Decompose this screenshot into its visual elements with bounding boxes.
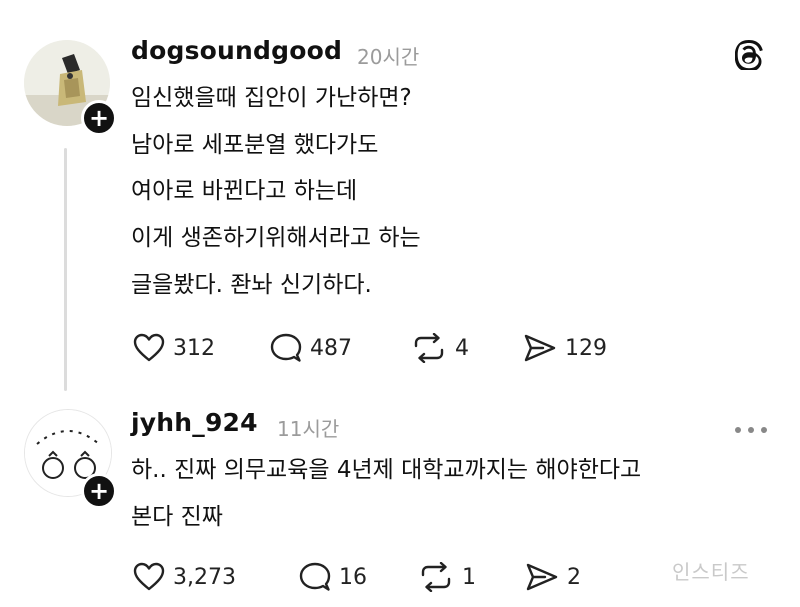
like-button[interactable]: 312 (133, 333, 215, 363)
send-icon (524, 334, 556, 362)
post-1-text-line: 여아로 바뀐다고 하는데 (131, 178, 358, 204)
more-horizontal-icon (735, 427, 767, 433)
comment-count: 16 (339, 564, 367, 590)
repost-button[interactable]: 4 (411, 333, 469, 363)
post-2-username[interactable]: jyhh_924 (131, 408, 258, 437)
more-options-button[interactable] (733, 420, 769, 439)
comment-icon (270, 333, 302, 362)
post-2-text-line: 하.. 진짜 의무교육을 4년제 대학교까지는 해야한다고 (131, 457, 642, 483)
repost-count: 1 (462, 564, 476, 590)
post-1-text-line: 이게 생존하기위해서라고 하는 (131, 225, 421, 251)
post-2-timestamp: 11시간 (277, 417, 340, 441)
repost-icon (421, 562, 451, 592)
comment-icon (299, 562, 331, 591)
post-1-text-line: 남아로 세포분열 했다가도 (131, 132, 379, 158)
send-icon (526, 563, 558, 591)
follow-plus-button-1[interactable]: + (81, 100, 117, 136)
share-button[interactable]: 129 (523, 333, 607, 363)
share-count: 2 (567, 564, 581, 590)
like-count: 3,273 (173, 564, 236, 590)
watermark: 인스티즈 (672, 560, 750, 584)
comment-button[interactable]: 16 (299, 562, 367, 592)
heart-icon (133, 562, 165, 591)
heart-icon (133, 333, 165, 362)
comment-count: 487 (310, 335, 352, 361)
like-button[interactable]: 3,273 (133, 562, 236, 592)
post-1-text-line: 임신했을때 집안이 가난하면? (131, 85, 412, 111)
follow-plus-button-2[interactable]: + (81, 473, 117, 509)
share-button[interactable]: 2 (525, 562, 581, 592)
post-2-text-line: 본다 진짜 (131, 504, 223, 530)
threads-icon[interactable] (734, 38, 765, 74)
repost-count: 4 (455, 335, 469, 361)
post-1-username[interactable]: dogsoundgood (131, 36, 342, 65)
repost-button[interactable]: 1 (418, 562, 476, 592)
comment-button[interactable]: 487 (270, 333, 352, 363)
post-1-text-line: 글을봤다. 좐놔 신기하다. (131, 272, 372, 298)
thread-connector-line (64, 148, 67, 391)
post-1-timestamp: 20시간 (357, 45, 420, 69)
repost-icon (414, 333, 444, 363)
like-count: 312 (173, 335, 215, 361)
share-count: 129 (565, 335, 607, 361)
